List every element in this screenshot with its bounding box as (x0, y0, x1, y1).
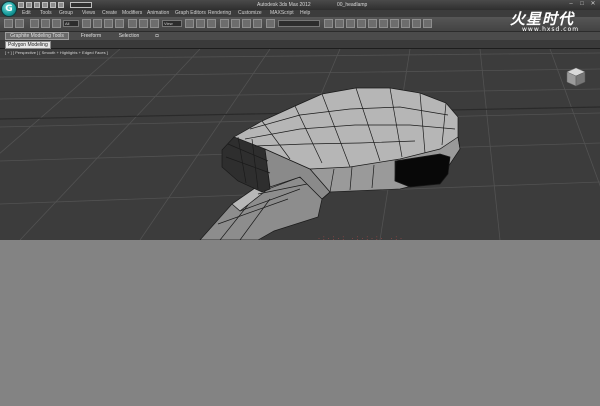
new-file-icon[interactable] (18, 2, 24, 8)
edit-named-selection-icon[interactable] (266, 19, 275, 28)
menu-maxscript[interactable]: MAXScript (270, 10, 294, 17)
menu-group[interactable]: Group (59, 10, 73, 17)
lower-pane (0, 240, 600, 406)
scattered-fragments: ·:·:·: ·:·:·:· ·:· (318, 236, 405, 242)
app-menu-button[interactable]: G (1, 1, 17, 17)
select-object-icon[interactable] (82, 19, 91, 28)
layer-manager-icon[interactable] (346, 19, 355, 28)
rendered-frame-window-icon[interactable] (412, 19, 421, 28)
select-by-name-icon[interactable] (93, 19, 102, 28)
polygon-modeling-panel[interactable]: Polygon Modeling (5, 41, 51, 49)
window-crossing-icon[interactable] (115, 19, 124, 28)
redo-icon[interactable] (15, 19, 24, 28)
align-icon[interactable] (335, 19, 344, 28)
snaps-toggle-icon[interactable] (220, 19, 229, 28)
scale-icon[interactable] (150, 19, 159, 28)
material-editor-icon[interactable] (390, 19, 399, 28)
selection-filter-dropdown[interactable]: All (63, 20, 79, 27)
percent-snap-icon[interactable] (242, 19, 251, 28)
app-title: Autodesk 3ds Max 2012 (257, 2, 311, 8)
menu-create[interactable]: Create (102, 10, 117, 17)
viewport-canvas (0, 49, 600, 240)
viewcube-icon[interactable] (565, 66, 587, 88)
bind-spacewarp-icon[interactable] (52, 19, 61, 28)
move-icon[interactable] (128, 19, 137, 28)
render-setup-icon[interactable] (401, 19, 410, 28)
render-production-icon[interactable] (423, 19, 432, 28)
project-folder-icon[interactable] (58, 2, 64, 8)
undo-icon[interactable] (42, 2, 48, 8)
file-name: 00_headlamp (337, 2, 368, 8)
unlink-icon[interactable] (41, 19, 50, 28)
spinner-snap-icon[interactable] (253, 19, 262, 28)
rectangular-selection-icon[interactable] (104, 19, 113, 28)
app-logo-letter: G (5, 4, 13, 14)
curve-editor-icon[interactable] (368, 19, 377, 28)
perspective-viewport[interactable]: [ + ] [ Perspective ] [ Smooth + Highlig… (0, 49, 600, 240)
menu-animation[interactable]: Animation (147, 10, 169, 17)
mesh-head (221, 87, 461, 200)
menu-help[interactable]: Help (300, 10, 310, 17)
menu-customize[interactable]: Customize (238, 10, 262, 17)
reference-coordinate-dropdown[interactable]: View (162, 20, 182, 27)
workspace-dropdown[interactable] (70, 2, 92, 8)
menu-edit[interactable]: Edit (22, 10, 31, 17)
select-manipulate-icon[interactable] (196, 19, 205, 28)
tab-graphite-modeling-tools[interactable]: Graphite Modeling Tools (5, 32, 69, 40)
rotate-icon[interactable] (139, 19, 148, 28)
menu-tools[interactable]: Tools (40, 10, 52, 17)
menu-modifiers[interactable]: Modifiers (122, 10, 142, 17)
save-file-icon[interactable] (34, 2, 40, 8)
open-file-icon[interactable] (26, 2, 32, 8)
menu-views[interactable]: Views (82, 10, 95, 17)
mirror-icon[interactable] (324, 19, 333, 28)
menu-rendering[interactable]: Rendering (208, 10, 231, 17)
named-selection-dropdown[interactable] (278, 20, 320, 27)
angle-snap-icon[interactable] (231, 19, 240, 28)
ribbon-panel: Polygon Modeling (0, 40, 600, 49)
undo-icon[interactable] (4, 19, 13, 28)
tab-selection[interactable]: Selection (112, 32, 146, 40)
viewport-label[interactable]: [ + ] [ Perspective ] [ Smooth + Highlig… (5, 50, 108, 55)
keyboard-shortcut-icon[interactable] (207, 19, 216, 28)
pivot-center-icon[interactable] (185, 19, 194, 28)
watermark-url: www.hxsd.com (522, 26, 580, 33)
redo-icon[interactable] (50, 2, 56, 8)
schematic-view-icon[interactable] (379, 19, 388, 28)
ribbon-minimize-icon[interactable]: ◘ (152, 32, 162, 40)
graphite-toggle-icon[interactable] (357, 19, 366, 28)
watermark: 火星时代 www.hxsd.com (510, 8, 600, 34)
menu-graph-editors[interactable]: Graph Editors (175, 10, 206, 17)
select-link-icon[interactable] (30, 19, 39, 28)
tab-freeform[interactable]: Freeform (76, 32, 106, 40)
